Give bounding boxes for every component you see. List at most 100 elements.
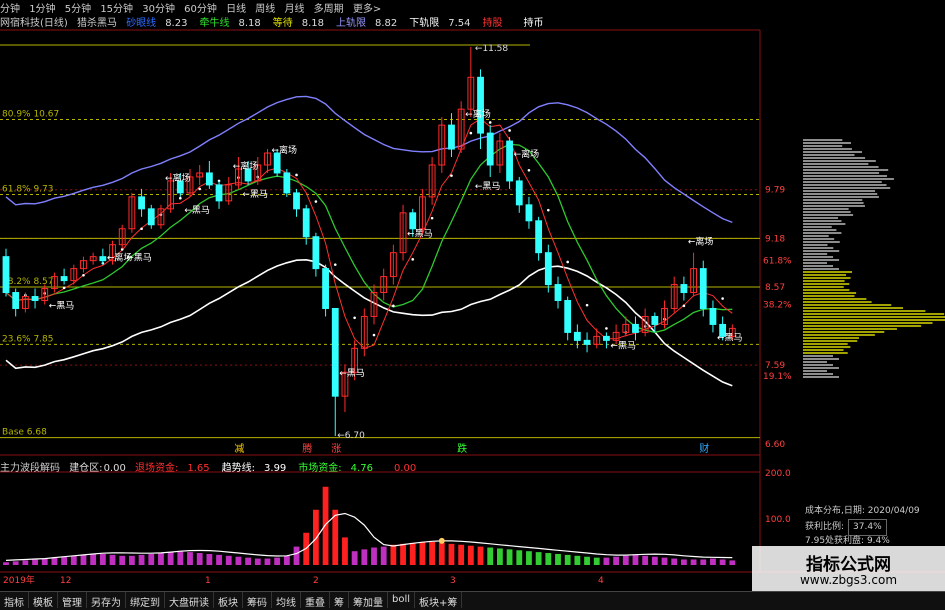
- candle-body: [302, 208, 310, 238]
- dark-horse-label: ←黑马: [610, 340, 636, 351]
- candle-body: [632, 323, 639, 333]
- trail-dot: [333, 263, 337, 266]
- trail-dot: [295, 173, 298, 177]
- candle-body: [680, 284, 688, 294]
- trail-dot: [430, 216, 434, 220]
- candle-body: [506, 140, 513, 182]
- dark-horse-label: ←黑马: [184, 205, 210, 216]
- candle-body: [99, 256, 107, 262]
- trail-dot: [198, 187, 201, 191]
- jian-label: 建仓区:: [69, 463, 103, 474]
- candle-body: [515, 180, 523, 206]
- candle-body: [564, 300, 572, 333]
- signal-char: 财: [699, 442, 709, 455]
- header-item-5: 持股: [483, 18, 518, 29]
- sub-title[interactable]: 主力波段解码: [0, 463, 60, 474]
- candle-body: [554, 284, 562, 302]
- sub-header: 主力波段解码 建仓区:0.00 退场资金: 1.65 趋势线: 3.99 市场资金: 4.…: [0, 459, 434, 474]
- trail-dot: [411, 258, 415, 261]
- exit-label: ←离场: [165, 172, 191, 184]
- candle-body: [147, 208, 155, 226]
- dark-horse-label: ←黑马: [407, 229, 433, 240]
- tab-sector[interactable]: 板块: [214, 592, 243, 609]
- tab-chip-volume[interactable]: 筹加量: [349, 592, 388, 609]
- candle-body: [525, 204, 533, 222]
- dark-horse-label: ←黑马: [126, 253, 152, 264]
- trail-dot: [140, 227, 143, 231]
- trail-dot: [372, 333, 376, 337]
- header-item-value: 7.54: [448, 18, 471, 29]
- tab-chips[interactable]: 筹码: [243, 592, 272, 609]
- tab-sector-chip[interactable]: 板块+筹: [415, 592, 463, 609]
- sub-item-value: 0.00: [393, 463, 417, 474]
- signal-char: 跌: [457, 442, 467, 455]
- info-date-value: 2020/04/09: [867, 506, 920, 516]
- dark-horse-label: ←黑马: [242, 189, 268, 200]
- price-tick-label: 7.59: [765, 361, 785, 371]
- pct-tick-label: 61.8%: [763, 257, 792, 267]
- trail-dot: [508, 129, 511, 132]
- tab-ma[interactable]: 均线: [272, 592, 301, 609]
- header-item-label: 持币: [523, 18, 544, 29]
- info-profit-line: 7.95处获利盘:: [805, 536, 865, 546]
- candle-body: [486, 132, 494, 166]
- exit-label: ←离场: [233, 160, 259, 172]
- date-label: 1: [205, 576, 211, 586]
- candle-body: [573, 331, 581, 341]
- trail-dot: [450, 174, 453, 177]
- sub-axis-label: 200.0: [765, 469, 791, 479]
- trail-dot: [547, 208, 550, 212]
- header-item-value: 8.18: [238, 18, 261, 29]
- tab-indicator[interactable]: 指标: [0, 592, 29, 609]
- watermark-url: www.zbgs3.com: [799, 573, 898, 587]
- header-item-3: 上轨限 8.82: [336, 18, 403, 29]
- price-tick-label: 9.18: [765, 234, 785, 244]
- header-item-value: 8.82: [374, 18, 398, 29]
- header-item-label: 下轨限: [409, 18, 440, 29]
- low-price-label: ←6.70: [337, 431, 365, 441]
- candle-body: [448, 124, 455, 150]
- tab-overlay[interactable]: 重叠: [301, 592, 330, 609]
- tab-bind[interactable]: 绑定到: [126, 592, 165, 609]
- candle-body: [31, 296, 39, 302]
- sub-item-1: 趋势线: 3.99: [222, 463, 293, 474]
- tab-template[interactable]: 模板: [29, 592, 58, 609]
- tab-save-as[interactable]: 另存为: [87, 592, 126, 609]
- candle-body: [535, 220, 543, 254]
- header-item-1: 牵牛线 8.18: [199, 18, 266, 29]
- trail-dot: [392, 304, 395, 308]
- price-tick-label: 6.60: [765, 440, 785, 450]
- signal-char: 涨: [331, 443, 341, 455]
- ma-red-line: [5, 118, 733, 349]
- header-item-value: 8.18: [301, 18, 324, 29]
- tab-chip[interactable]: 筹: [330, 592, 349, 609]
- trail-dot: [682, 304, 686, 308]
- indicator-name[interactable]: 猎杀黑马: [77, 18, 117, 29]
- signal-char: 减: [234, 443, 244, 455]
- signal-char: 腾: [302, 442, 312, 455]
- high-price-label: ←11.58: [475, 44, 509, 54]
- trail-dot: [721, 297, 724, 300]
- date-label: 3: [450, 576, 456, 586]
- exit-label: ←离场: [271, 144, 297, 156]
- stock-chart[interactable]: 80.9% 10.67 61.8% 9.73 38.2% 8.57 23.6% 7.8…: [0, 0, 945, 609]
- tab-manage[interactable]: 管理: [58, 592, 87, 609]
- trail-dot: [527, 168, 531, 172]
- price-tick-label: 9.79: [765, 186, 785, 196]
- main-header: 网宿科技(日线) 猎杀黑马 砂眼线 8.23 牵牛线 8.18 等待 8.18 上轨限 8.8…: [0, 14, 571, 29]
- pct-tick-label: 19.1%: [763, 372, 792, 382]
- tab-market-study[interactable]: 大盘研读: [165, 592, 214, 609]
- header-item-0: 砂眼线 8.23: [126, 18, 193, 29]
- candle-body: [283, 172, 291, 194]
- sub-item-value: 4.76: [350, 463, 373, 474]
- sub-trend-line: [5, 512, 733, 561]
- fib-label: 38.2% 8.57: [2, 277, 54, 287]
- trail-dot: [488, 121, 492, 124]
- candle-body: [2, 256, 10, 294]
- fib-label: Base 6.68: [2, 428, 47, 438]
- tab-boll[interactable]: boll: [388, 592, 416, 608]
- candle-body: [409, 212, 417, 230]
- header-item-label: 上轨限: [335, 18, 366, 29]
- sub-item-label: 市场资金:: [298, 463, 342, 474]
- header-item-label: 牵牛线: [199, 18, 230, 29]
